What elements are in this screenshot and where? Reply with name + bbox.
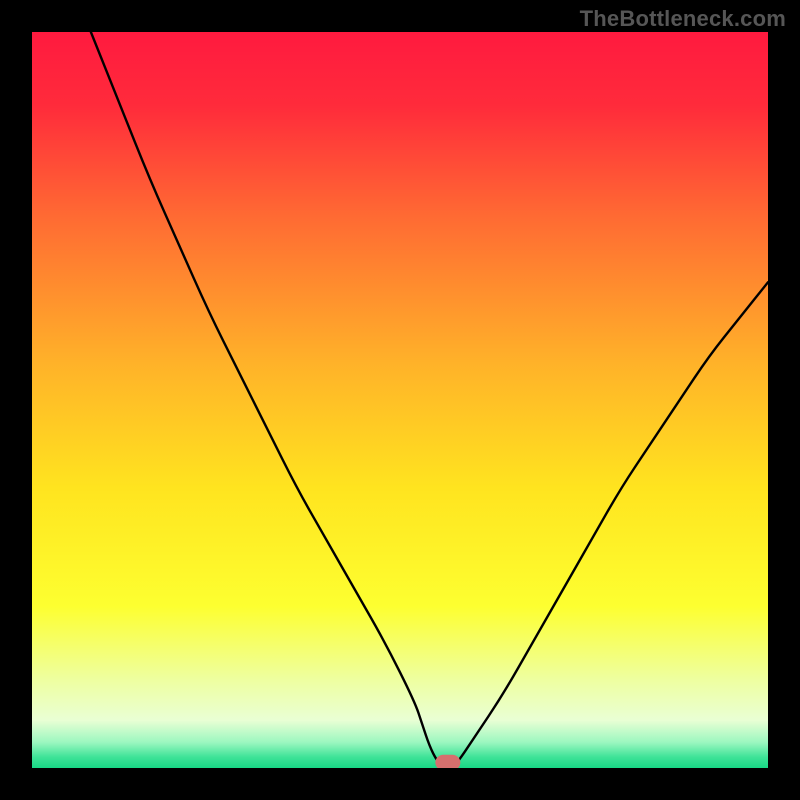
optimal-marker [435,755,460,768]
bottleneck-plot [32,32,768,768]
watermark-text: TheBottleneck.com [580,6,786,32]
chart-frame: TheBottleneck.com [0,0,800,800]
plot-background [32,32,768,768]
